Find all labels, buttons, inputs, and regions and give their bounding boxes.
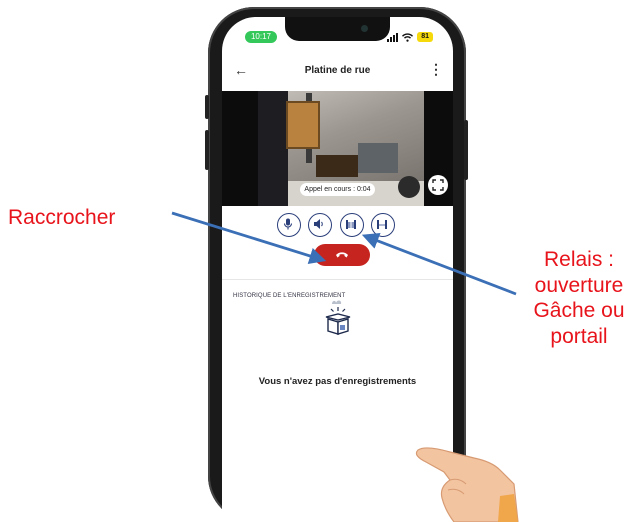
arrow-to-hangup [171, 211, 327, 265]
annotation-arrows [171, 211, 517, 296]
pointing-hand-icon [415, 447, 519, 522]
arrow-to-relay [361, 232, 517, 296]
